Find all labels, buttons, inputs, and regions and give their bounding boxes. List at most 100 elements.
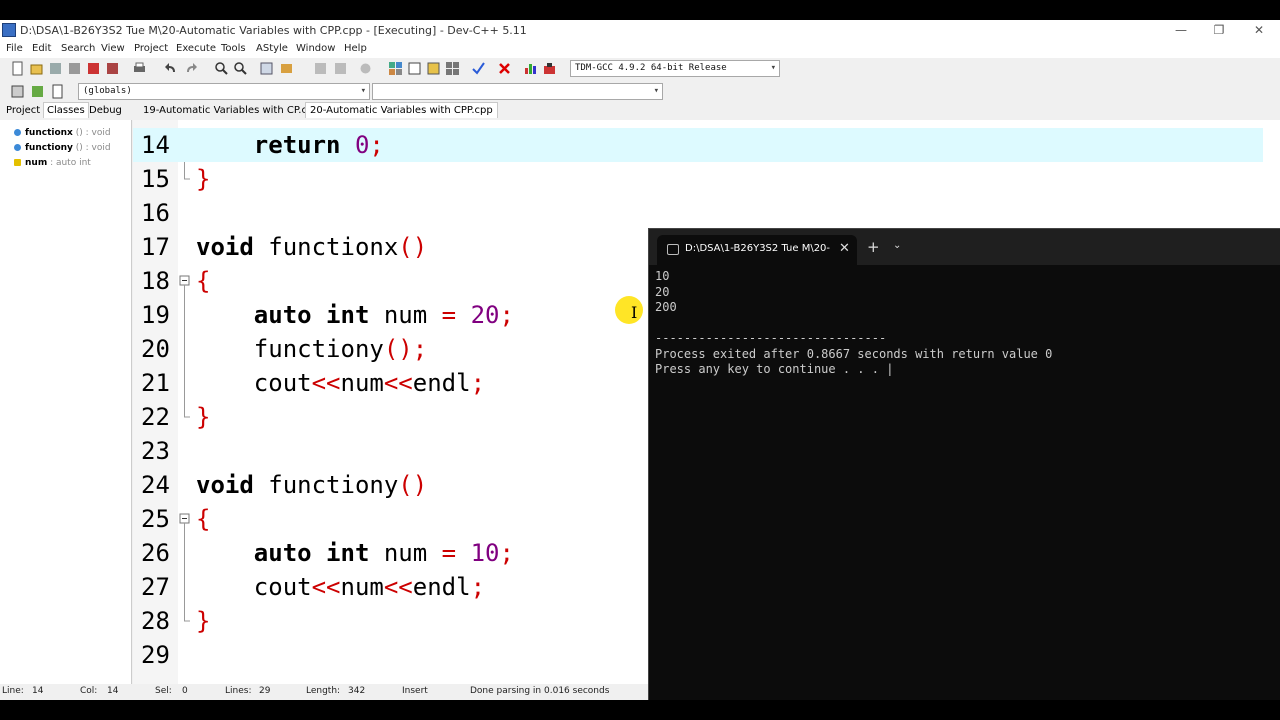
menu-edit[interactable]: Edit: [32, 43, 51, 54]
left-panel-tabs: Project Classes Debug: [0, 102, 132, 120]
replace-icon[interactable]: [233, 61, 248, 76]
menu-astyle[interactable]: AStyle: [256, 43, 288, 54]
line-number: 28: [141, 607, 170, 635]
variable-icon: [14, 159, 21, 166]
menu-file[interactable]: File: [6, 43, 23, 54]
code-text: auto int num = 10;: [196, 536, 514, 570]
code-line[interactable]: 15}: [133, 162, 1280, 196]
tree-item-num[interactable]: num : auto int: [14, 158, 91, 168]
fold-margin-cell: [179, 468, 191, 502]
identifier-token: endl: [412, 573, 471, 601]
menu-execute[interactable]: Execute: [176, 43, 216, 54]
file-tabs: 19-Automatic Variables with CP.cpp 20-Au…: [133, 102, 1280, 120]
symbol-token: <<: [311, 573, 341, 601]
code-line[interactable]: 14 return 0;: [133, 128, 1263, 162]
line-number: 18: [141, 267, 170, 295]
identifier-token: functionx: [268, 233, 399, 261]
status-sel-value: 0: [182, 686, 188, 696]
keyword-token: auto: [253, 539, 312, 567]
status-col-label: Col:: [80, 686, 98, 696]
scope-select[interactable]: (globals) ▾: [78, 83, 370, 100]
indent-icon[interactable]: [279, 61, 294, 76]
file-tab-20[interactable]: 20-Automatic Variables with CPP.cpp: [305, 102, 498, 118]
new-file-icon[interactable]: [10, 61, 25, 76]
status-length-value: 342: [348, 686, 366, 696]
tree-item-functionx[interactable]: functionx () : void: [14, 128, 111, 138]
line-number: 16: [141, 199, 170, 227]
print-icon[interactable]: [132, 61, 147, 76]
code-text: void functiony(): [196, 468, 427, 502]
identifier-token: functiony: [253, 335, 384, 363]
status-line-value: 14: [32, 686, 44, 696]
goto-bookmark-icon[interactable]: [333, 61, 348, 76]
keyword-token: int: [326, 301, 370, 329]
number-token: 10: [470, 539, 500, 567]
fold-line: [179, 298, 191, 332]
line-number: 19: [141, 301, 170, 329]
syntax-check-icon[interactable]: [471, 61, 486, 76]
console-output[interactable]: 10 20 200 ------------------------------…: [655, 269, 1275, 378]
close-file-icon[interactable]: [86, 61, 101, 76]
class-toolbar: (globals) ▾ ▾: [0, 81, 1280, 102]
text-cursor-icon: I: [631, 303, 638, 322]
line-number: 23: [141, 437, 170, 465]
save-icon[interactable]: [48, 61, 63, 76]
comment-icon[interactable]: [358, 61, 373, 76]
goto-definition-icon[interactable]: [50, 84, 65, 99]
menu-search[interactable]: Search: [61, 43, 95, 54]
goto-declaration-icon[interactable]: [30, 84, 45, 99]
minimize-button[interactable]: —: [1166, 22, 1196, 38]
close-all-icon[interactable]: [105, 61, 120, 76]
save-all-icon[interactable]: [67, 61, 82, 76]
line-number: 15: [141, 165, 170, 193]
new-tab-icon[interactable]: +: [867, 238, 880, 256]
file-tab-19[interactable]: 19-Automatic Variables with CP.cpp: [143, 105, 320, 116]
restore-button[interactable]: ❐: [1204, 22, 1234, 38]
fold-end-marker: [179, 162, 191, 196]
undo-icon[interactable]: [164, 61, 179, 76]
fold-collapse-icon[interactable]: [179, 264, 191, 298]
devcpp-app-icon: [2, 23, 16, 37]
delete-profile-icon[interactable]: [542, 61, 557, 76]
code-line[interactable]: 16: [133, 196, 1280, 230]
line-number: 29: [141, 641, 170, 669]
menu-tools[interactable]: Tools: [221, 43, 246, 54]
menu-view[interactable]: View: [101, 43, 125, 54]
toggle-bookmark-icon[interactable]: [313, 61, 328, 76]
menu-window[interactable]: Window: [296, 43, 335, 54]
tab-classes[interactable]: Classes: [43, 102, 89, 118]
compiler-select[interactable]: TDM-GCC 4.9.2 64-bit Release ▾: [570, 60, 780, 77]
close-button[interactable]: ✕: [1244, 22, 1274, 38]
compile-run-icon[interactable]: [426, 61, 441, 76]
menu-project[interactable]: Project: [134, 43, 168, 54]
window-title: D:\DSA\1-B26Y3S2 Tue M\20-Automatic Vari…: [20, 24, 527, 37]
profile-chart-icon[interactable]: [523, 61, 538, 76]
fold-collapse-icon[interactable]: [179, 502, 191, 536]
chevron-down-icon[interactable]: ⌄: [893, 240, 901, 251]
keyword-token: void: [196, 233, 254, 261]
tab-project[interactable]: Project: [6, 105, 40, 116]
find-icon[interactable]: [214, 61, 229, 76]
line-number: 25: [141, 505, 170, 533]
run-icon[interactable]: [407, 61, 422, 76]
tab-debug[interactable]: Debug: [89, 105, 122, 116]
tree-item-functiony[interactable]: functiony () : void: [14, 143, 111, 153]
close-tab-icon[interactable]: ✕: [839, 241, 850, 256]
code-text: auto int num = 20;: [196, 298, 514, 332]
member-select[interactable]: ▾: [372, 83, 663, 100]
identifier-token: endl: [412, 369, 471, 397]
compile-icon[interactable]: [388, 61, 403, 76]
menu-help[interactable]: Help: [344, 43, 367, 54]
open-file-icon[interactable]: [29, 61, 44, 76]
console-tab[interactable]: D:\DSA\1-B26Y3S2 Tue M\20- ✕: [657, 235, 857, 265]
goto-line-icon[interactable]: [259, 61, 274, 76]
rebuild-all-icon[interactable]: [445, 61, 460, 76]
insert-icon[interactable]: [10, 84, 25, 99]
redo-icon[interactable]: [183, 61, 198, 76]
fold-end-marker: [179, 604, 191, 638]
keyword-token: int: [326, 539, 370, 567]
stop-execution-icon[interactable]: [497, 61, 512, 76]
